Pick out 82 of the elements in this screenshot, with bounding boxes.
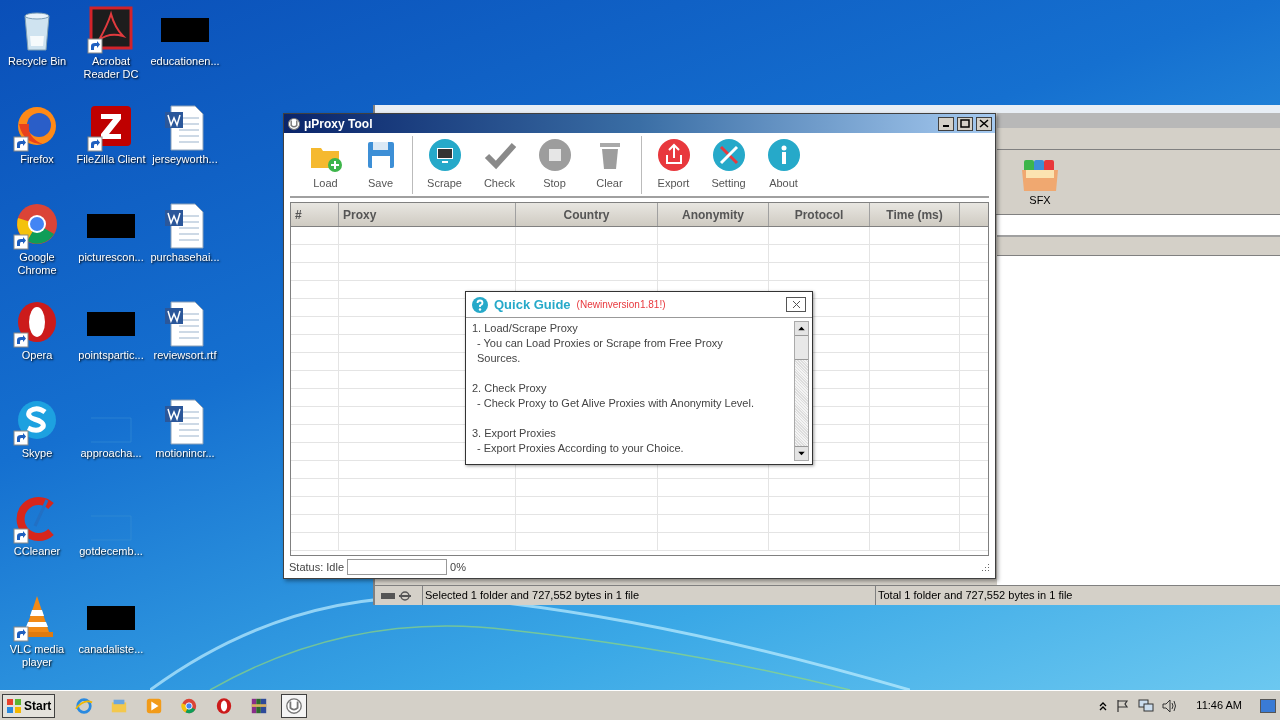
icon-label: picturescon... bbox=[77, 251, 145, 264]
guide-heading: 2. Check Proxy bbox=[472, 381, 548, 396]
icon-label: educationen... bbox=[149, 55, 221, 68]
column-header[interactable]: Anonymity bbox=[658, 203, 769, 226]
scroll-down-icon[interactable] bbox=[795, 446, 808, 460]
toolbar-button[interactable]: Check bbox=[472, 136, 527, 193]
speaker-icon[interactable] bbox=[1162, 698, 1179, 713]
toolbar-label: SFX bbox=[1029, 193, 1051, 208]
icon-label: Opera bbox=[20, 349, 54, 362]
maximize-button[interactable] bbox=[957, 116, 973, 131]
minimize-button[interactable] bbox=[938, 116, 954, 131]
close-icon bbox=[979, 119, 989, 128]
icon-label: jerseyworth... bbox=[151, 153, 219, 166]
toolbar-button[interactable]: Load bbox=[298, 136, 353, 193]
column-header[interactable]: Country bbox=[516, 203, 658, 226]
stop-icon bbox=[537, 137, 572, 172]
toolbar-button[interactable]: Stop bbox=[527, 136, 582, 193]
column-header[interactable]: # bbox=[291, 203, 339, 226]
icon-label: Firefox bbox=[19, 153, 55, 166]
address-field[interactable] bbox=[997, 215, 1280, 237]
version-note: (Newinversion1.81!) bbox=[576, 298, 667, 312]
icon-label: purchasehai... bbox=[149, 251, 221, 264]
column-header[interactable]: Protocol bbox=[769, 203, 870, 226]
icon-label: Recycle Bin bbox=[6, 55, 68, 68]
close-button[interactable] bbox=[976, 116, 992, 131]
books-icon bbox=[250, 696, 269, 715]
toolbar-button[interactable]: Scrape bbox=[417, 136, 472, 193]
window-title: μProxy Tool bbox=[304, 115, 374, 133]
toolbar-button[interactable]: Save bbox=[353, 136, 408, 193]
column-header[interactable]: Proxy bbox=[339, 203, 516, 226]
toolbar-button[interactable]: Export bbox=[646, 136, 701, 193]
icon-label: reviewsort.rtf bbox=[152, 349, 218, 362]
start-button[interactable]: Start bbox=[2, 693, 56, 718]
icon-label: canadaliste... bbox=[77, 643, 145, 656]
info-icon bbox=[766, 137, 801, 172]
status-text: Selected 1 folder and 727,552 bytes in 1 file bbox=[422, 586, 875, 605]
play-icon bbox=[145, 696, 164, 715]
windows-logo-icon bbox=[6, 697, 22, 714]
acrobat-icon[interactable] bbox=[87, 6, 135, 54]
icon-label: Acrobat Reader DC bbox=[82, 55, 140, 81]
maximize-icon bbox=[960, 119, 970, 128]
icon-label: CCleaner bbox=[12, 545, 62, 558]
icon-label: pointspartic... bbox=[77, 349, 145, 362]
toolbar-button[interactable]: About bbox=[756, 136, 811, 193]
close-button[interactable] bbox=[786, 297, 806, 312]
guide-detail: - Check Proxy to Get Alive Proxies with Anonymity Level. bbox=[476, 396, 755, 411]
taskbar-app[interactable] bbox=[281, 693, 308, 718]
icon-label: approacha... bbox=[79, 447, 143, 460]
opera-icon bbox=[215, 696, 234, 715]
toolbar-button[interactable]: Setting bbox=[701, 136, 756, 193]
progress-percent: 0% bbox=[450, 559, 467, 575]
toolbar-button[interactable]: Clear bbox=[582, 136, 637, 193]
resize-grip-icon[interactable] bbox=[980, 562, 990, 572]
monitor-icon bbox=[427, 137, 462, 172]
icon-label: Skype bbox=[20, 447, 54, 460]
upload-icon bbox=[656, 137, 691, 172]
app-logo-icon bbox=[287, 116, 301, 131]
scroll-up-icon[interactable] bbox=[795, 322, 808, 336]
status-label: Status: Idle bbox=[289, 559, 345, 575]
clock[interactable]: 11:46 AM bbox=[1186, 697, 1252, 714]
dialog-title: Quick Guide bbox=[494, 295, 571, 314]
network-icon[interactable] bbox=[1138, 698, 1155, 713]
guide-heading: 3. Export Proxies bbox=[472, 426, 557, 441]
help-icon bbox=[472, 296, 488, 313]
icon-label: gotdecemb... bbox=[78, 545, 144, 558]
icon-label: VLC media player bbox=[8, 643, 66, 669]
guide-detail: - Export Proxies According to your Choice. bbox=[476, 441, 685, 456]
icon-label: motionincr... bbox=[154, 447, 216, 460]
chrome-icon bbox=[180, 696, 199, 715]
show-desktop-button[interactable] bbox=[1260, 698, 1276, 713]
archive-box-icon[interactable] bbox=[1020, 158, 1060, 192]
flag-icon[interactable] bbox=[1116, 698, 1131, 713]
icon-label: Google Chrome bbox=[16, 251, 58, 277]
status-text: Total 1 folder and 727,552 bytes in 1 file bbox=[875, 586, 1280, 605]
icon-label: FileZilla Client bbox=[75, 153, 147, 166]
guide-detail: - You can Load Proxies or Scrape from Free Proxy Sources. bbox=[476, 336, 724, 366]
scrollbar[interactable] bbox=[794, 321, 809, 461]
guide-heading: 1. Load/Scrape Proxy bbox=[472, 321, 579, 336]
column-header[interactable]: Time (ms) bbox=[870, 203, 960, 226]
browser-e-icon bbox=[75, 696, 94, 715]
scroll-thumb[interactable] bbox=[795, 336, 808, 360]
close-icon bbox=[791, 300, 801, 309]
